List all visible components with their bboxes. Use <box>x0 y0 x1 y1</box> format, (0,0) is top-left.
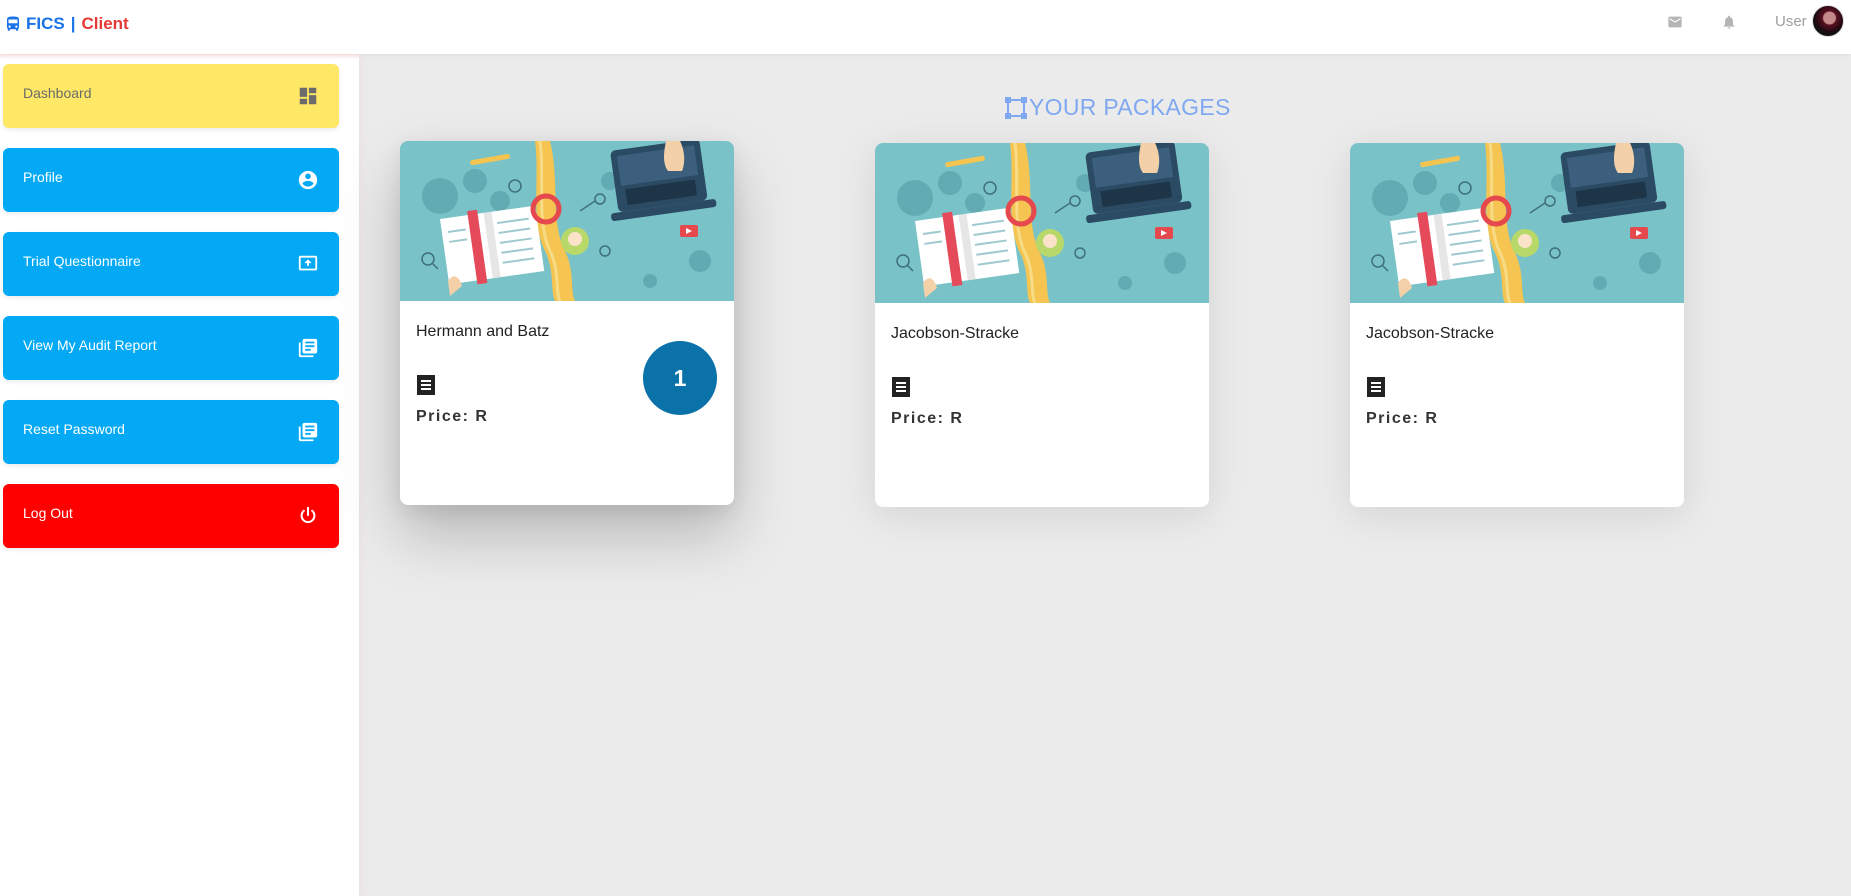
upload-screen-icon <box>298 255 318 271</box>
package-card[interactable]: Jacobson-Stracke Price: R <box>1350 143 1684 507</box>
library-books-icon <box>298 422 318 442</box>
page-title: YOUR PACKAGES <box>1004 94 1231 121</box>
sidebar-item-dashboard[interactable]: Dashboard <box>3 64 339 128</box>
main-content: YOUR PACKAGES Hermann and Batz Price: R … <box>359 54 1851 896</box>
package-price: Price: R <box>891 410 964 427</box>
package-name: Jacobson-Stracke <box>891 325 1020 342</box>
package-name: Jacobson-Stracke <box>1366 325 1495 342</box>
receipt-icon <box>417 375 435 395</box>
sidebar-item-label: Trial Questionnaire <box>23 253 141 269</box>
sidebar: Dashboard Profile Trial Questionnaire Vi… <box>0 54 359 896</box>
package-name: Hermann and Batz <box>416 323 550 340</box>
sidebar-item-label: View My Audit Report <box>23 337 157 353</box>
receipt-icon <box>892 377 910 397</box>
mail-icon[interactable] <box>1667 14 1683 30</box>
receipt-icon <box>1367 377 1385 397</box>
package-card[interactable]: Jacobson-Stracke Price: R <box>875 143 1209 507</box>
brand-separator: | <box>70 14 76 33</box>
brand-subtitle: Client <box>81 14 129 33</box>
sidebar-item-reset-password[interactable]: Reset Password <box>3 400 339 464</box>
sidebar-item-label: Profile <box>23 169 63 185</box>
frame-icon <box>1005 96 1027 119</box>
package-illustration <box>400 141 734 301</box>
package-illustration <box>875 143 1209 303</box>
sidebar-item-profile[interactable]: Profile <box>3 148 339 212</box>
sidebar-item-audit-report[interactable]: View My Audit Report <box>3 316 339 380</box>
sidebar-item-trial-questionnaire[interactable]: Trial Questionnaire <box>3 232 339 296</box>
sidebar-item-log-out[interactable]: Log Out <box>3 484 339 548</box>
bus-icon <box>7 16 19 31</box>
dashboard-grid-icon <box>299 87 317 105</box>
package-count-badge[interactable]: 1 <box>643 341 717 415</box>
sidebar-item-label: Reset Password <box>23 421 125 437</box>
sidebar-item-label: Log Out <box>23 505 73 521</box>
bell-icon[interactable] <box>1721 14 1737 30</box>
brand-logo[interactable]: FICS | Client <box>4 12 129 36</box>
package-price: Price: R <box>416 408 489 425</box>
library-books-icon <box>298 338 318 358</box>
avatar[interactable] <box>1812 5 1844 37</box>
page-title-text: YOUR PACKAGES <box>1029 94 1231 120</box>
user-name[interactable]: User <box>1775 13 1807 30</box>
brand-name: FICS <box>26 14 65 33</box>
package-price: Price: R <box>1366 410 1439 427</box>
top-bar: FICS | Client User <box>0 0 1851 54</box>
package-card[interactable]: Hermann and Batz Price: R 1 <box>400 141 734 505</box>
package-illustration <box>1350 143 1684 303</box>
power-icon <box>300 506 316 524</box>
sidebar-item-label: Dashboard <box>23 85 92 101</box>
account-circle-icon <box>298 170 318 190</box>
